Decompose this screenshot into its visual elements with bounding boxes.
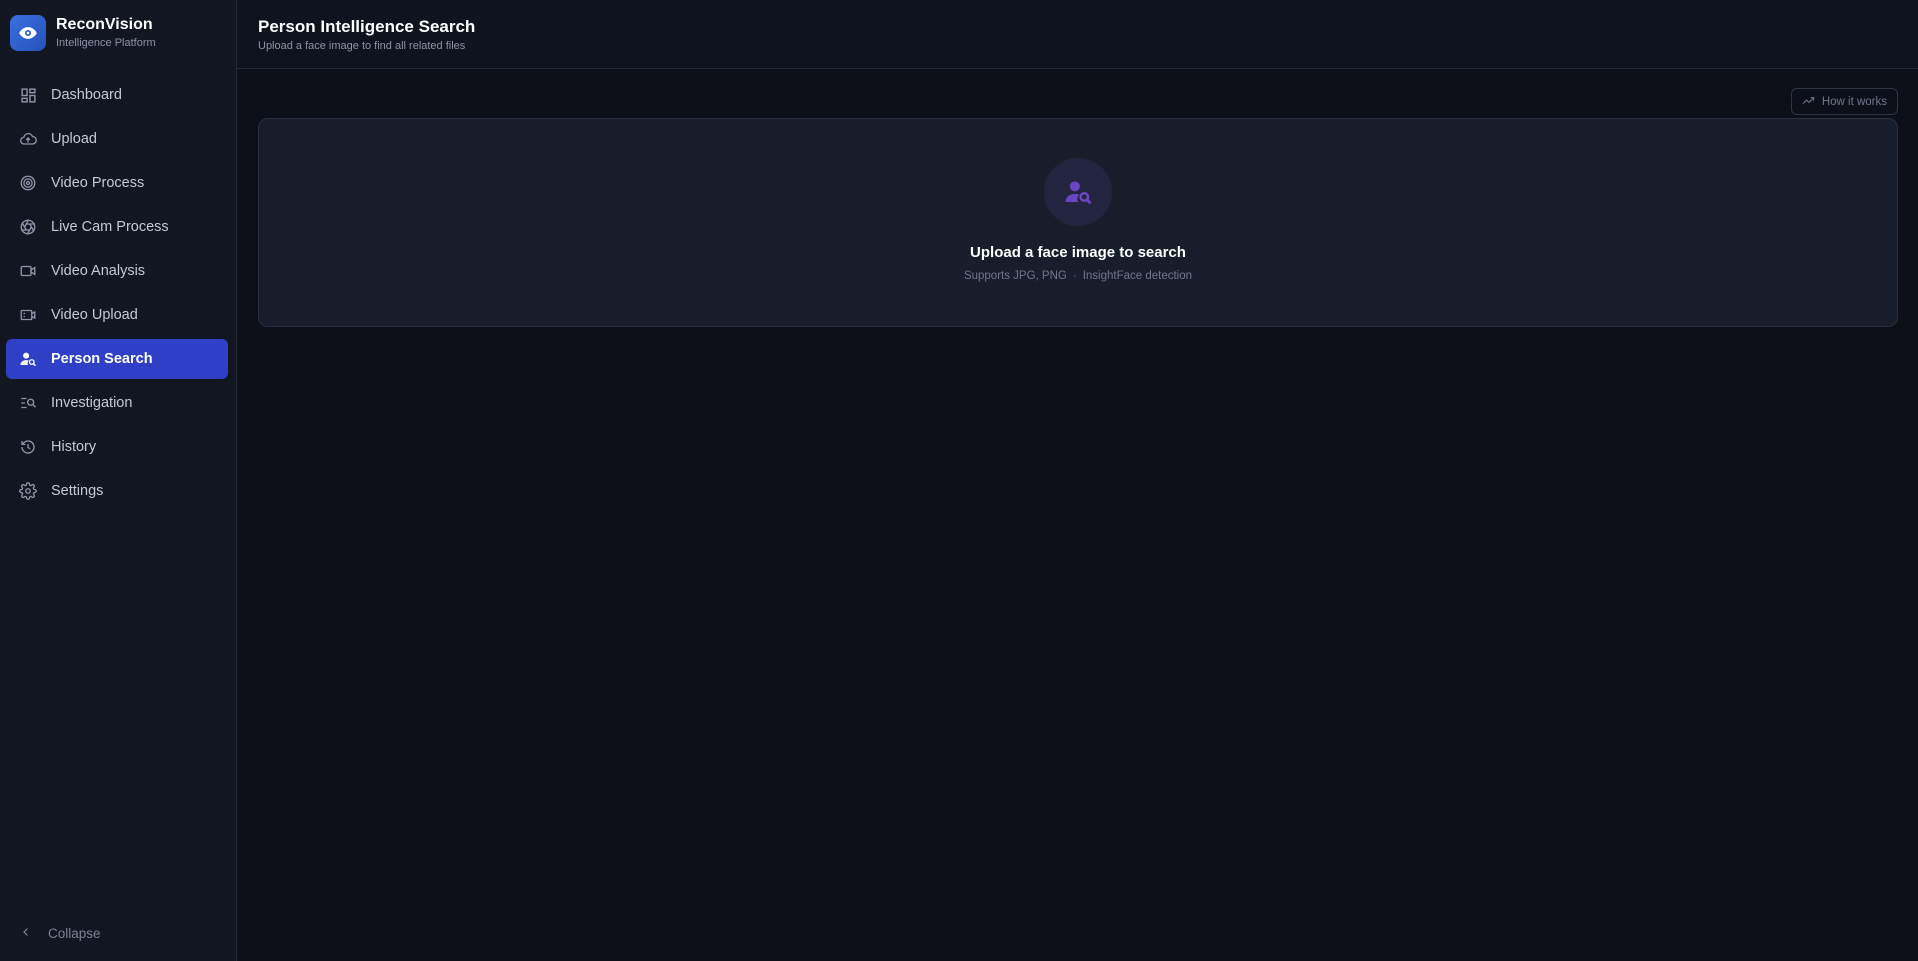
sidebar-item-label: Upload [51,131,97,147]
app-root: ReconVision Intelligence Platform Dashbo… [0,0,1918,961]
sidebar-item-label: Person Search [51,351,153,367]
sidebar-item-dashboard[interactable]: Dashboard [6,75,228,115]
sidebar-item-video-upload[interactable]: Video Upload [6,295,228,335]
sidebar-item-live-cam-process[interactable]: Live Cam Process [6,207,228,247]
history-icon [19,438,37,456]
sidebar-item-investigation[interactable]: Investigation [6,383,228,423]
sidebar-item-label: Live Cam Process [51,219,169,235]
cloud-upload-icon [19,130,37,148]
detection-engine: InsightFace detection [1082,270,1193,282]
video-file-icon [19,306,37,324]
brand[interactable]: ReconVision Intelligence Platform [0,0,236,66]
sidebar-item-label: Video Upload [51,307,138,323]
person-search-icon [19,350,37,368]
eye-icon [10,15,46,51]
dropzone-subtitle: Supports JPG, PNG · InsightFace detectio… [964,270,1192,282]
dropzone-title: Upload a face image to search [970,244,1186,261]
sidebar-item-video-analysis[interactable]: Video Analysis [6,251,228,291]
sidebar-item-label: Video Process [51,175,145,191]
brand-subtitle: Intelligence Platform [56,37,156,49]
page-title: Person Intelligence Search [258,17,476,36]
how-it-works-label: How it works [1821,95,1887,108]
supported-formats: Supports JPG, PNG [963,270,1067,282]
collapse-button[interactable]: Collapse [6,919,101,947]
sidebar-item-upload[interactable]: Upload [6,119,228,159]
dashboard-icon [19,86,37,104]
sidebar-item-label: Dashboard [51,87,122,103]
how-it-works-button[interactable]: How it works [1790,88,1898,115]
person-search-icon [1044,158,1112,226]
sidebar-item-settings[interactable]: Settings [6,471,228,511]
gear-icon [19,482,37,500]
trending-icon [1802,94,1816,109]
sidebar: ReconVision Intelligence Platform Dashbo… [0,0,237,961]
chevron-left-icon [20,926,32,941]
page-header: Person Intelligence Search Upload a face… [237,0,1918,69]
target-icon [19,174,37,192]
video-camera-icon [19,262,37,280]
face-upload-dropzone[interactable]: Upload a face image to search Supports J… [258,118,1898,327]
main-content: Person Intelligence Search Upload a face… [237,0,1918,961]
brand-name: ReconVision [56,16,153,33]
sidebar-nav: Dashboard Upload Video Process Live Cam … [0,75,236,511]
sidebar-item-person-search[interactable]: Person Search [6,339,228,379]
sidebar-item-label: History [51,439,97,455]
sidebar-item-label: Investigation [51,395,133,411]
separator-dot: · [1072,270,1077,282]
page-subtitle: Upload a face image to find all related … [258,40,466,52]
sidebar-item-history[interactable]: History [6,427,228,467]
sidebar-item-label: Settings [51,483,104,499]
sidebar-item-video-process[interactable]: Video Process [6,163,228,203]
collapse-label: Collapse [48,925,101,941]
sidebar-item-label: Video Analysis [51,263,146,279]
aperture-icon [19,218,37,236]
list-search-icon [19,394,37,412]
